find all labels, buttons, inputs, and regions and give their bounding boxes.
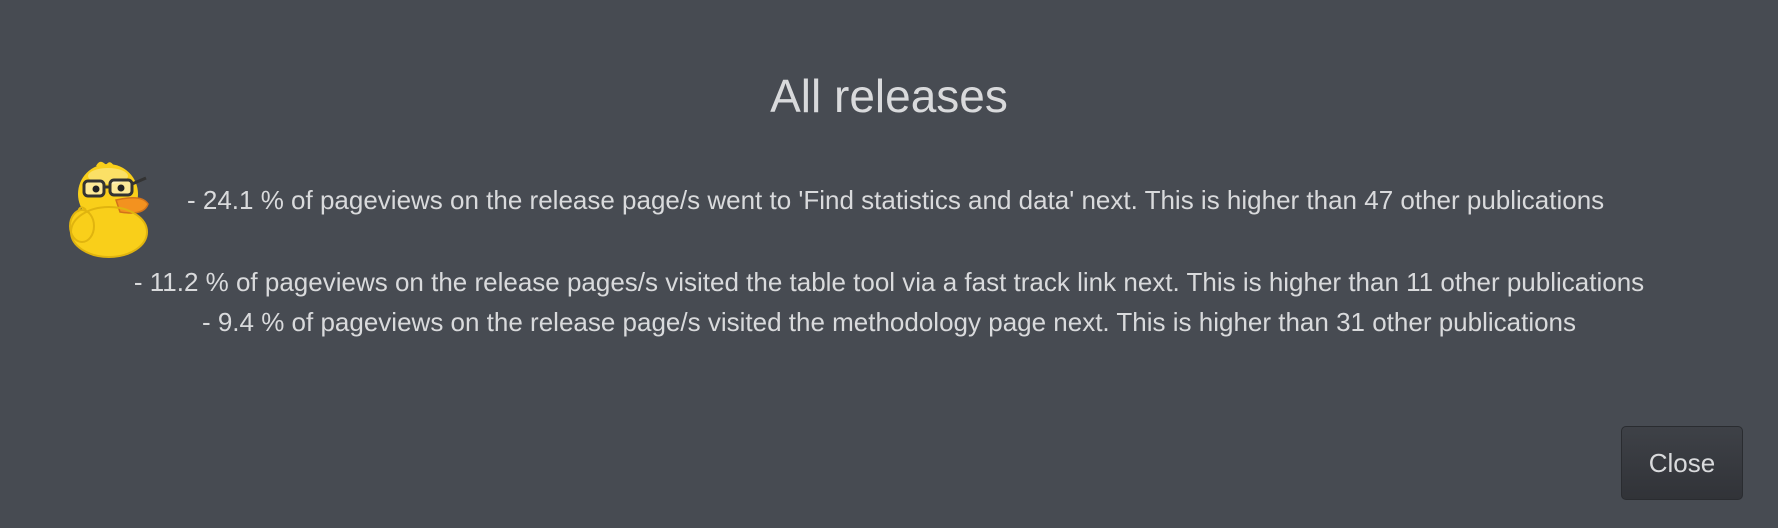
dialog-title: All releases [770,70,1008,122]
duck-with-glasses-icon [69,161,149,258]
stat-table-tool: - 11.2 % of pageviews on the release pag… [133,267,1645,297]
stat-methodology: - 9.4 % of pageviews on the release page… [201,307,1577,337]
stat-find-statistics: - 24.1 % of pageviews on the release pag… [187,185,1605,215]
all-releases-dialog: All releases - 24.1 % of pageviews on th… [0,0,1778,528]
close-button[interactable]: Close [1621,426,1743,500]
